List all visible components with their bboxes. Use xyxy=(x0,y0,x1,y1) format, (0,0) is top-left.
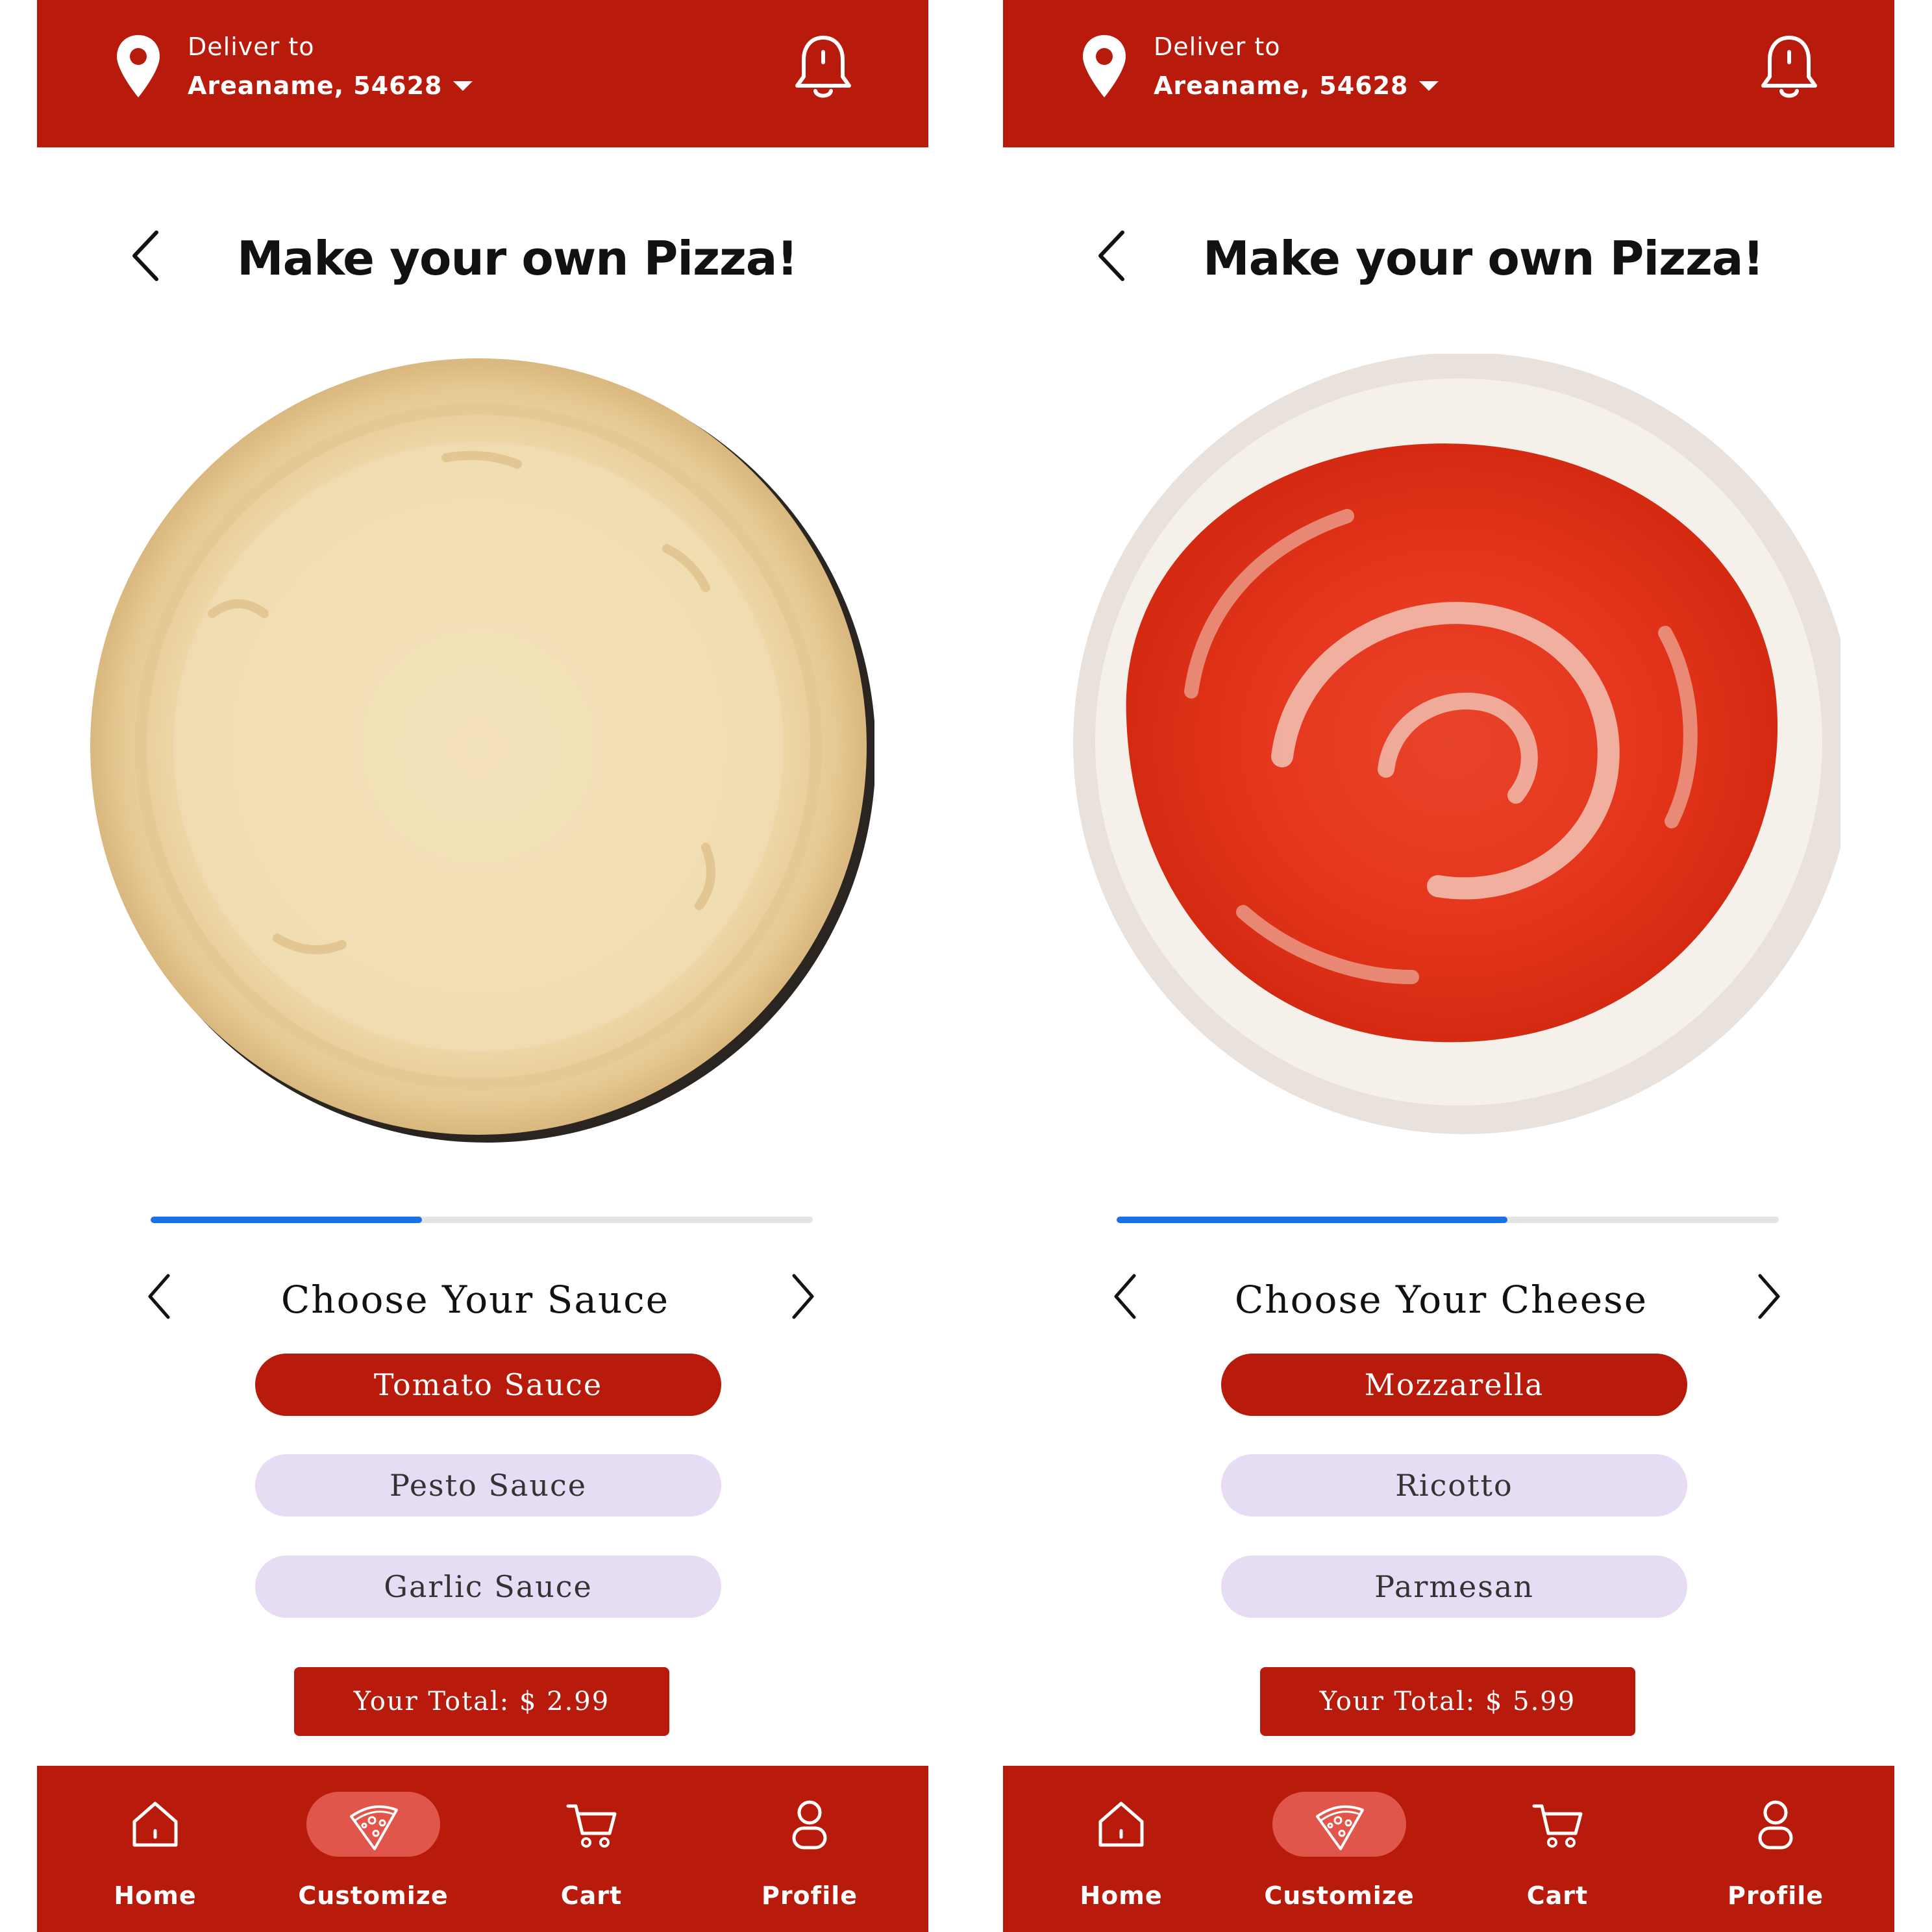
previous-step-icon[interactable] xyxy=(1107,1269,1146,1324)
pizza-dough-image xyxy=(90,358,874,1143)
section-title: Choose Your Cheese xyxy=(1234,1278,1648,1322)
nav-customize[interactable]: Customize xyxy=(1261,1766,1417,1932)
location-pin-icon[interactable] xyxy=(115,34,162,99)
bottom-nav: Home Customize Cart Profile xyxy=(1003,1766,1894,1932)
bell-icon[interactable] xyxy=(1758,31,1820,104)
pizza-slice-icon xyxy=(1316,1805,1364,1850)
nav-cart[interactable]: Cart xyxy=(1480,1766,1635,1932)
pizza-with-tomato-sauce-image xyxy=(1073,354,1840,1134)
nav-cart-label: Cart xyxy=(1526,1881,1589,1910)
option-garlic-sauce[interactable]: Garlic Sauce xyxy=(255,1555,721,1618)
back-arrow-icon[interactable] xyxy=(1094,229,1133,283)
page-title: Make your own Pizza! xyxy=(237,231,798,286)
app-screen-sauce: Deliver to Areaname, 54628 Make your own… xyxy=(37,0,928,1932)
next-step-icon[interactable] xyxy=(1748,1269,1787,1324)
profile-icon xyxy=(1758,1800,1793,1850)
page-title: Make your own Pizza! xyxy=(1203,231,1764,286)
section-title: Choose Your Sauce xyxy=(280,1278,670,1322)
home-icon xyxy=(1098,1802,1144,1847)
option-ricotto[interactable]: Ricotto xyxy=(1221,1454,1687,1517)
nav-home-label: Home xyxy=(1080,1881,1163,1910)
step-progress-bar xyxy=(1117,1217,1779,1223)
app-screen-cheese: Deliver to Areaname, 54628 Make your own… xyxy=(1003,0,1894,1932)
nav-customize-label: Customize xyxy=(298,1881,449,1910)
chevron-down-icon xyxy=(1418,80,1439,91)
address-text: Areaname, 54628 xyxy=(188,71,443,100)
nav-profile-label: Profile xyxy=(761,1881,858,1910)
home-icon xyxy=(132,1802,178,1847)
step-progress-bar xyxy=(151,1217,813,1223)
bottom-nav: Home Customize Cart Profile xyxy=(37,1766,928,1932)
pizza-slice-icon xyxy=(350,1805,398,1850)
app-header: Deliver to Areaname, 54628 xyxy=(1003,0,1894,147)
nav-cart[interactable]: Cart xyxy=(514,1766,669,1932)
previous-step-icon[interactable] xyxy=(141,1269,180,1324)
option-mozzarella[interactable]: Mozzarella xyxy=(1221,1354,1687,1416)
back-arrow-icon[interactable] xyxy=(128,229,167,283)
nav-profile[interactable]: Profile xyxy=(732,1766,887,1932)
address-text: Areaname, 54628 xyxy=(1154,71,1409,100)
nav-profile[interactable]: Profile xyxy=(1698,1766,1853,1932)
cart-icon xyxy=(1532,1804,1583,1848)
next-step-icon[interactable] xyxy=(782,1269,821,1324)
location-pin-icon[interactable] xyxy=(1081,34,1128,99)
nav-home-label: Home xyxy=(114,1881,197,1910)
chevron-down-icon xyxy=(452,80,473,91)
step-progress-fill xyxy=(1117,1217,1507,1223)
address-selector[interactable]: Areaname, 54628 xyxy=(1154,71,1439,100)
cart-icon xyxy=(566,1804,617,1848)
option-pesto-sauce[interactable]: Pesto Sauce xyxy=(255,1454,721,1517)
nav-home[interactable]: Home xyxy=(77,1766,233,1932)
address-selector[interactable]: Areaname, 54628 xyxy=(188,71,473,100)
option-tomato-sauce[interactable]: Tomato Sauce xyxy=(255,1354,721,1416)
total-button[interactable]: Your Total: $ 5.99 xyxy=(1260,1667,1635,1736)
bell-icon[interactable] xyxy=(792,31,854,104)
nav-customize-label: Customize xyxy=(1264,1881,1415,1910)
app-header: Deliver to Areaname, 54628 xyxy=(37,0,928,147)
option-parmesan[interactable]: Parmesan xyxy=(1221,1555,1687,1618)
nav-customize[interactable]: Customize xyxy=(295,1766,451,1932)
deliver-to-label: Deliver to xyxy=(1154,32,1281,61)
deliver-to-label: Deliver to xyxy=(188,32,315,61)
step-progress-fill xyxy=(151,1217,423,1223)
nav-home[interactable]: Home xyxy=(1043,1766,1199,1932)
total-button[interactable]: Your Total: $ 2.99 xyxy=(294,1667,669,1736)
profile-icon xyxy=(792,1800,827,1850)
nav-cart-label: Cart xyxy=(560,1881,623,1910)
nav-profile-label: Profile xyxy=(1727,1881,1824,1910)
